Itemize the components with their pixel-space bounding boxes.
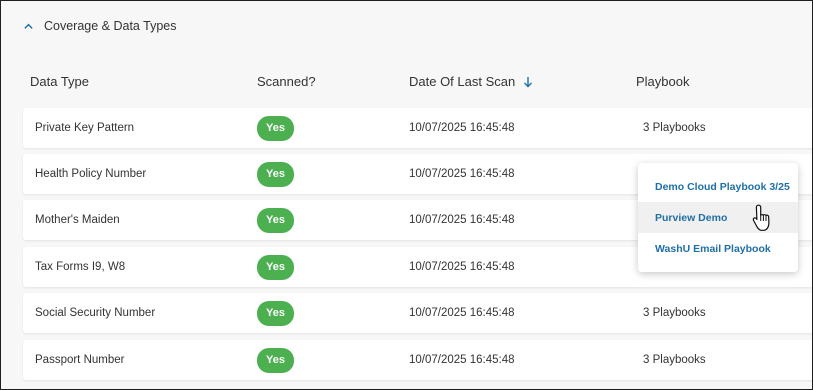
table-row[interactable]: Passport Number Yes 10/07/2025 16:45:48 … [23,340,812,380]
last-scan-date: 10/07/2025 16:45:48 [409,354,515,366]
playbook-count[interactable]: 3 Playbooks [643,340,706,380]
column-header-playbook[interactable]: Playbook [636,74,689,89]
column-header-date[interactable]: Date Of Last Scan [409,74,533,89]
last-scan-date: 10/07/2025 16:45:48 [409,307,515,319]
section-title: Coverage & Data Types [44,19,177,33]
column-header-label: Playbook [636,74,690,89]
data-type-cell: Social Security Number [35,307,156,319]
table-row[interactable]: Private Key Pattern Yes 10/07/2025 16:45… [23,108,812,148]
scanned-badge: Yes [257,207,294,233]
scanned-badge: Yes [257,161,294,187]
section-toggle[interactable]: Coverage & Data Types [23,19,176,33]
scanned-badge: Yes [257,254,294,280]
scanned-badge: Yes [257,115,294,141]
playbook-count[interactable]: 3 Playbooks [643,293,706,333]
scanned-badge: Yes [257,347,294,373]
data-type-cell: Passport Number [35,354,125,366]
last-scan-date: 10/07/2025 16:45:48 [409,214,515,226]
playbook-menu-item[interactable]: WashU Email Playbook [638,233,798,264]
coverage-panel: Coverage & Data Types Data Type Scanned?… [0,0,813,390]
table-row[interactable]: Social Security Number Yes 10/07/2025 16… [23,293,812,333]
playbook-count[interactable]: 3 Playbooks [643,108,706,148]
column-header-data-type[interactable]: Data Type [30,74,89,89]
arrow-down-icon[interactable] [523,76,533,88]
data-type-cell: Private Key Pattern [35,122,135,134]
data-type-cell: Mother's Maiden [35,214,120,226]
last-scan-date: 10/07/2025 16:45:48 [409,261,515,273]
column-header-label: Date Of Last Scan [409,74,516,89]
column-header-scanned[interactable]: Scanned? [257,74,316,89]
data-type-cell: Health Policy Number [35,168,147,180]
last-scan-date: 10/07/2025 16:45:48 [409,168,515,180]
scanned-badge: Yes [257,300,294,326]
data-type-cell: Tax Forms I9, W8 [35,261,126,273]
last-scan-date: 10/07/2025 16:45:48 [409,122,515,134]
column-header-label: Scanned? [257,74,316,89]
column-header-label: Data Type [30,74,90,89]
hand-pointer-icon [752,204,770,231]
playbook-menu-item[interactable]: Demo Cloud Playbook 3/25 [638,171,798,202]
chevron-up-icon [24,23,33,29]
